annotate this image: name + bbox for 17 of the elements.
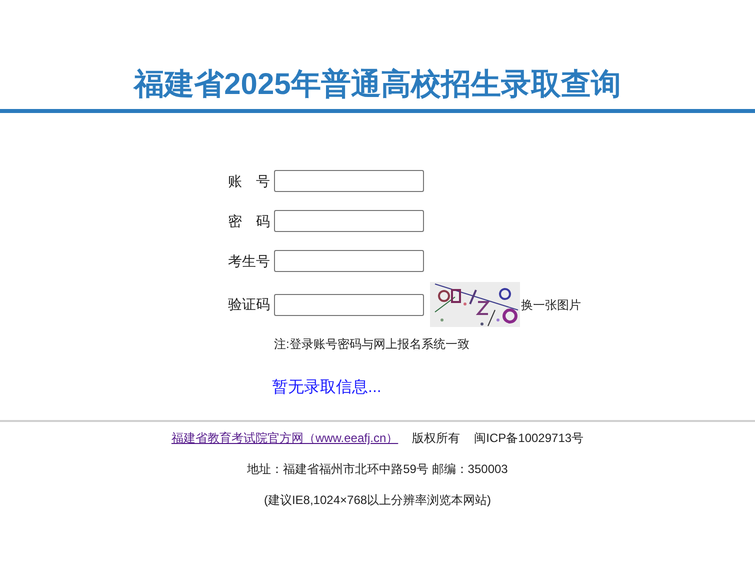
field-label: 密 码 (228, 212, 271, 230)
input-field[interactable] (274, 250, 424, 272)
page-title: 福建省2025年普通高校招生录取查询 (134, 66, 621, 103)
copyright-text: 版权所有 (412, 430, 460, 447)
official-site-link[interactable]: 福建省教育考试院官方网（www.eeafj.cn） (171, 429, 398, 447)
status-message: 暂无录取信息... (272, 378, 382, 398)
browser-advice-text: (建议IE8,1024×768以上分辨率浏览本网站) (264, 492, 492, 509)
input-field[interactable] (274, 170, 424, 192)
icp-text: 闽ICP备10029713号 (474, 430, 584, 447)
field-label: 考生号 (228, 252, 271, 270)
address-text: 地址：福建省福州市北环中路59号 邮编：350003 (247, 461, 508, 478)
field-label: 账 号 (228, 172, 271, 190)
input-field[interactable] (274, 210, 424, 232)
input-field[interactable] (274, 294, 424, 316)
field-label: 验证码 (228, 295, 271, 314)
note-text: 注:登录账号密码与网上报名系统一致 (274, 336, 470, 353)
refresh-captcha-link[interactable]: 换一张图片 (521, 296, 581, 314)
